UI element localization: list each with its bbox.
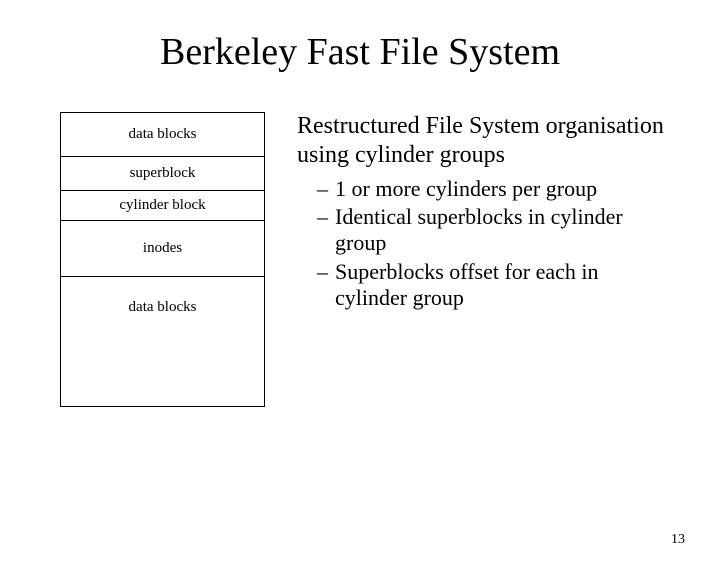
- content-area: data blocks superblock cylinder block in…: [0, 112, 720, 407]
- cylinder-group-diagram: data blocks superblock cylinder block in…: [60, 112, 265, 407]
- bullet-list: 1 or more cylinders per group Identical …: [297, 176, 665, 312]
- page-title: Berkeley Fast File System: [0, 30, 720, 74]
- list-item: Superblocks offset for each in cylinder …: [317, 259, 665, 312]
- diagram-row: data blocks: [61, 113, 264, 157]
- list-item: Identical superblocks in cylinder group: [317, 204, 665, 257]
- diagram-row: cylinder block: [61, 191, 264, 221]
- page-number: 13: [671, 532, 685, 548]
- diagram-row: inodes: [61, 221, 264, 277]
- text-column: Restructured File System organisation us…: [297, 112, 665, 407]
- list-item: 1 or more cylinders per group: [317, 176, 665, 202]
- intro-text: Restructured File System organisation us…: [297, 112, 665, 170]
- diagram-row: superblock: [61, 157, 264, 191]
- diagram-row: data blocks: [61, 277, 264, 337]
